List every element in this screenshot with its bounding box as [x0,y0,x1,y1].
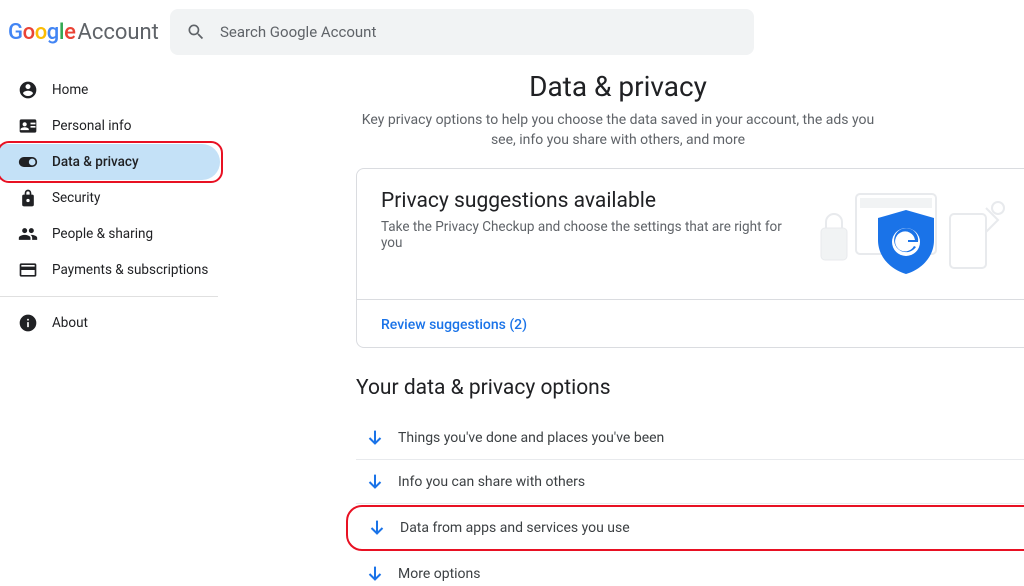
search-placeholder: Search Google Account [220,23,376,41]
sidebar-item-label: Home [52,82,88,98]
arrow-down-icon [364,563,386,585]
page-description: Key privacy options to help you choose t… [358,111,878,150]
google-account-logo[interactable]: Google Account [8,20,170,45]
options-section-title: Your data & privacy options [356,376,1024,400]
logo-product-text: Account [77,20,158,45]
info-icon [18,313,38,333]
main-content: Data & privacy Key privacy options to he… [220,56,1024,586]
credit-card-icon [18,260,38,280]
google-logo: Google [8,20,75,45]
sidebar-item-label: About [52,315,88,331]
sidebar-item-payments[interactable]: Payments & subscriptions [0,252,220,288]
page-title: Data & privacy [220,70,1016,103]
sidebar-item-label: Payments & subscriptions [52,262,208,278]
option-share-info[interactable]: Info you can share with others [356,460,1024,504]
arrow-down-icon [364,427,386,449]
card-description: Take the Privacy Checkup and choose the … [381,219,801,251]
sidebar-item-label: Personal info [52,118,131,134]
option-activity-places[interactable]: Things you've done and places you've bee… [356,416,1024,460]
option-label: Info you can share with others [398,474,585,490]
search-input[interactable]: Search Google Account [170,9,754,55]
sidebar-item-about[interactable]: About [0,305,218,341]
arrow-down-icon [366,517,388,539]
option-more[interactable]: More options [356,552,1024,586]
sidebar-item-label: Data & privacy [52,154,139,170]
sidebar-item-label: Security [52,190,100,206]
toggle-icon [18,152,38,172]
sidebar-item-people-sharing[interactable]: People & sharing [0,216,220,252]
option-label: More options [398,566,481,582]
review-suggestions-link[interactable]: Review suggestions (2) [381,317,527,333]
sidebar: Home Personal info Data & privacy Securi… [0,56,220,586]
option-apps-services-data[interactable]: Data from apps and services you use [346,505,1024,551]
people-icon [18,224,38,244]
sidebar-item-security[interactable]: Security [0,180,220,216]
privacy-suggestions-card: Privacy suggestions available Take the P… [356,168,1024,348]
account-circle-icon [18,80,38,100]
option-label: Things you've done and places you've bee… [398,430,664,446]
lock-icon [18,188,38,208]
arrow-down-icon [364,471,386,493]
badge-icon [18,116,38,136]
sidebar-item-personal-info[interactable]: Personal info [0,108,220,144]
card-heading: Privacy suggestions available [381,189,801,213]
header-bar: Google Account Search Google Account [0,0,1024,56]
sidebar-item-label: People & sharing [52,226,153,242]
sidebar-item-data-privacy[interactable]: Data & privacy [0,144,220,180]
privacy-illustration [801,189,1011,279]
search-icon [186,22,206,42]
sidebar-item-home[interactable]: Home [0,72,220,108]
option-label: Data from apps and services you use [400,520,630,536]
